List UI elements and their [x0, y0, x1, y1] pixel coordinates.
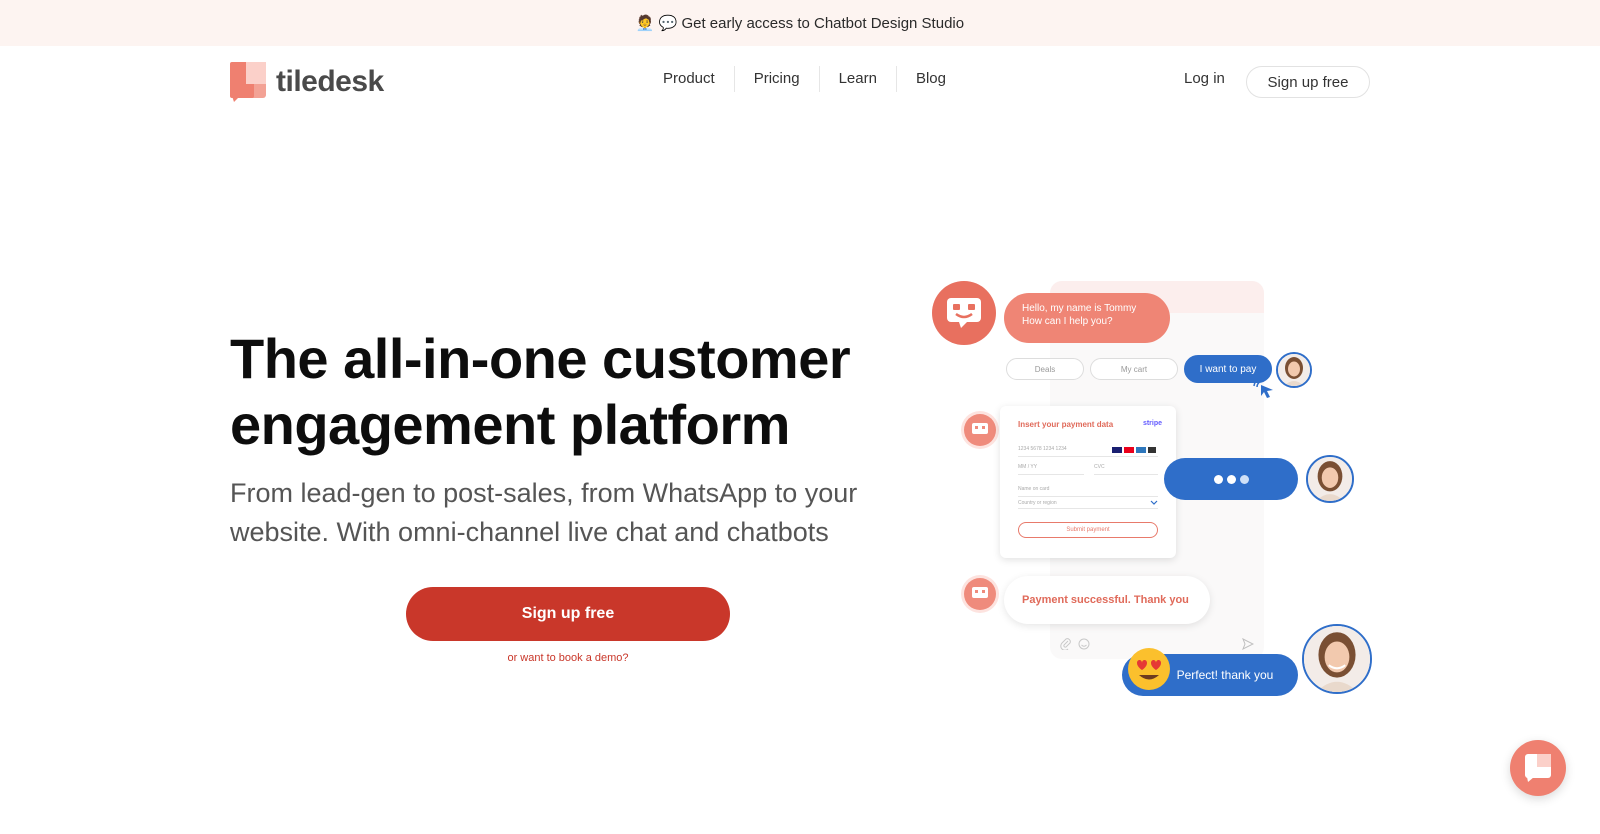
user-avatar-3: [1302, 624, 1372, 694]
greeting-line2: How can I help you?: [1022, 316, 1113, 327]
woman-avatar-icon: [1308, 457, 1352, 501]
payment-brand: stripe: [1142, 420, 1162, 427]
hero-title-line1: The all-in-one customer: [230, 327, 851, 390]
chip-deals: Deals: [1006, 358, 1084, 380]
bot-avatar: [932, 281, 996, 345]
payment-form-card: Insert your payment data stripe 1234 567…: [1000, 406, 1176, 558]
announcement-bar[interactable]: 🧑‍💼 💬 Get early access to Chatbot Design…: [0, 0, 1600, 46]
announcement-emoji: 🧑‍💼 💬: [635, 15, 678, 32]
bot-avatar-small-2: [964, 578, 996, 610]
nav-pricing[interactable]: Pricing: [735, 66, 820, 92]
card-number-underline: [1018, 456, 1158, 457]
signup-header-button[interactable]: Sign up free: [1246, 66, 1370, 98]
cvc-field: CVC: [1094, 464, 1105, 470]
user-avatar-2: [1306, 455, 1354, 503]
signup-cta-button[interactable]: Sign up free: [406, 587, 730, 641]
brand-name: tiledesk: [276, 65, 384, 98]
card-number-field: 1234 5678 1234 1234: [1018, 446, 1067, 452]
payment-title: Insert your payment data: [1018, 420, 1114, 429]
payment-success-bubble: Payment successful. Thank you: [1004, 576, 1210, 624]
typing-indicator-bubble: [1164, 458, 1298, 500]
nav-product[interactable]: Product: [644, 66, 735, 92]
name-underline: [1018, 496, 1158, 497]
chip-my-cart: My cart: [1090, 358, 1178, 380]
hero-subtitle: From lead-gen to post-sales, from WhatsA…: [230, 478, 858, 547]
smiley-icon: [1078, 638, 1090, 650]
hero-title: The all-in-one customer engagement platf…: [230, 326, 890, 458]
send-icon: [1242, 638, 1254, 650]
paperclip-icon: [1060, 638, 1071, 650]
hero-title-line2: engagement platform: [230, 393, 790, 456]
heart-eyes-emoji-icon: [1128, 648, 1170, 690]
woman-avatar-icon: [1278, 354, 1310, 386]
country-field: Country or region: [1018, 500, 1057, 506]
logo[interactable]: tiledesk: [230, 62, 384, 102]
name-field: Name on card: [1018, 486, 1050, 492]
country-underline: [1018, 508, 1158, 509]
bot-avatar-small-1: [964, 414, 996, 446]
typing-dot: [1213, 474, 1223, 484]
greeting-line1: Hello, my name is Tommy: [1022, 303, 1137, 314]
nav-blog[interactable]: Blog: [897, 66, 965, 92]
tiledesk-logo-icon: [230, 62, 266, 102]
main-nav: Product Pricing Learn Blog: [644, 66, 965, 92]
chat-widget-button[interactable]: [1510, 740, 1566, 796]
expiry-field: MM / YY: [1018, 464, 1038, 470]
user-avatar-1: [1276, 352, 1312, 388]
bot-face-icon: [947, 298, 981, 328]
nav-learn[interactable]: Learn: [820, 66, 897, 92]
book-demo-link[interactable]: or want to book a demo?: [406, 652, 730, 664]
chat-widget-icon: [1525, 754, 1551, 782]
bot-greeting-bubble: Hello, my name is Tommy How can I help y…: [1004, 293, 1170, 343]
click-cursor-icon: [1253, 377, 1273, 398]
typing-dot: [1239, 474, 1249, 484]
chevron-down-icon: [1150, 500, 1158, 505]
bot-face-icon: [972, 587, 988, 598]
announcement-text[interactable]: Get early access to Chatbot Design Studi…: [681, 15, 964, 32]
submit-payment-button: Submit payment: [1018, 522, 1158, 538]
woman-avatar-icon: [1304, 626, 1370, 692]
bot-face-icon: [972, 423, 988, 434]
login-link[interactable]: Log in: [1184, 70, 1225, 87]
expiry-underline: [1018, 474, 1084, 475]
cvc-underline: [1094, 474, 1158, 475]
card-brands-icon: [1112, 447, 1156, 453]
typing-dot: [1226, 474, 1236, 484]
